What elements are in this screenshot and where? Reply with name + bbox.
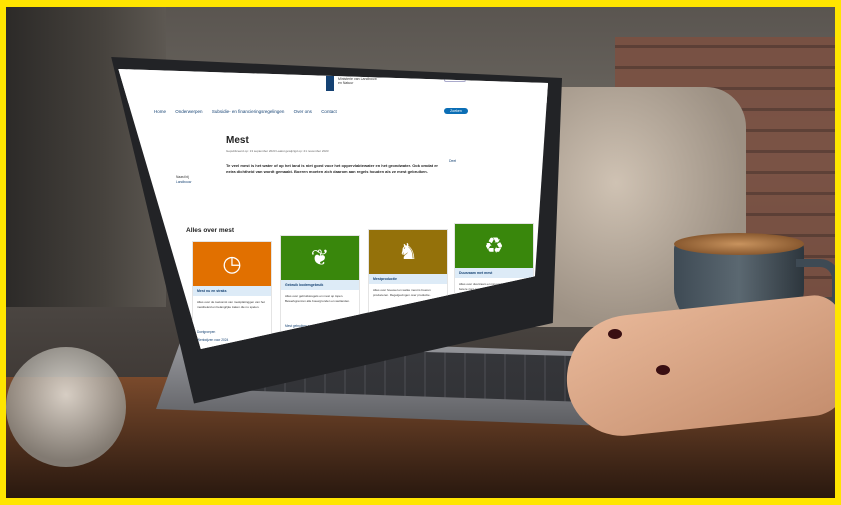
logo-icon <box>326 75 334 91</box>
card-mest-nu[interactable]: ◷ Mest nu en straks Alles over de toekom… <box>192 241 272 349</box>
logo-text: Ministerie van Landbouw en Natuur <box>338 77 377 85</box>
side-meta: Naast bij Landbouw <box>176 175 191 185</box>
share-link[interactable]: Deel <box>449 159 456 163</box>
fingernail <box>608 329 622 339</box>
intro-text: Te veel mest is het water of op het land… <box>226 163 438 174</box>
hand-plant-icon: ❦ <box>310 245 330 270</box>
card-image: ♻ <box>455 224 533 268</box>
card-title: Mest nu en straks <box>193 286 271 296</box>
publish-dates: Gepubliceerd op: 13 september 2023 Laats… <box>226 149 329 153</box>
nav-item-home[interactable]: Home <box>154 109 166 114</box>
page-title: Mest <box>226 135 249 146</box>
clock-arrow-icon: ◷ <box>222 251 242 276</box>
recycle-globe-icon: ♻ <box>484 233 504 258</box>
farm-animals-icon: ♞ <box>398 239 418 264</box>
search-button[interactable]: Zoeken <box>444 108 468 114</box>
side-meta-link[interactable]: Landbouw <box>176 180 191 185</box>
nav-item-about[interactable]: Over ons <box>294 109 312 114</box>
card-body: Alles over de toekomst van mestplatingge… <box>197 300 265 309</box>
card-image: ◷ <box>193 242 271 286</box>
card-body: Alles over gebruiksregels en mest op lop… <box>285 294 350 303</box>
nav-item-topics[interactable]: Onderwerpen <box>175 109 202 114</box>
nav-item-subsidies[interactable]: Subsidie- en financieringsregelingen <box>212 109 285 114</box>
card-link[interactable]: Werkwijzen voor 2024 <box>197 338 228 342</box>
card-body: Alles over hoeveel en welke mest is boer… <box>373 288 431 297</box>
card-title: Gebruik bodemgebruik <box>281 280 359 290</box>
card-image: ♞ <box>369 230 447 274</box>
coffee-surface <box>674 233 804 255</box>
card-title: Mestproductie <box>369 274 447 284</box>
card-title: Duurzaam met mest <box>455 268 533 278</box>
card-link[interactable]: Doelgroepen <box>197 330 215 334</box>
fingernail <box>656 365 670 375</box>
photo: Ministerie van Landbouw en Natuur Menu H… <box>6 7 835 498</box>
card-image: ❦ <box>281 236 359 280</box>
section-title: Alles over mest <box>186 227 235 234</box>
nav-item-contact[interactable]: Contact <box>321 109 337 114</box>
blurred-cup <box>6 347 126 467</box>
main-nav: Home Onderwerpen Subsidie- en financieri… <box>154 109 345 114</box>
